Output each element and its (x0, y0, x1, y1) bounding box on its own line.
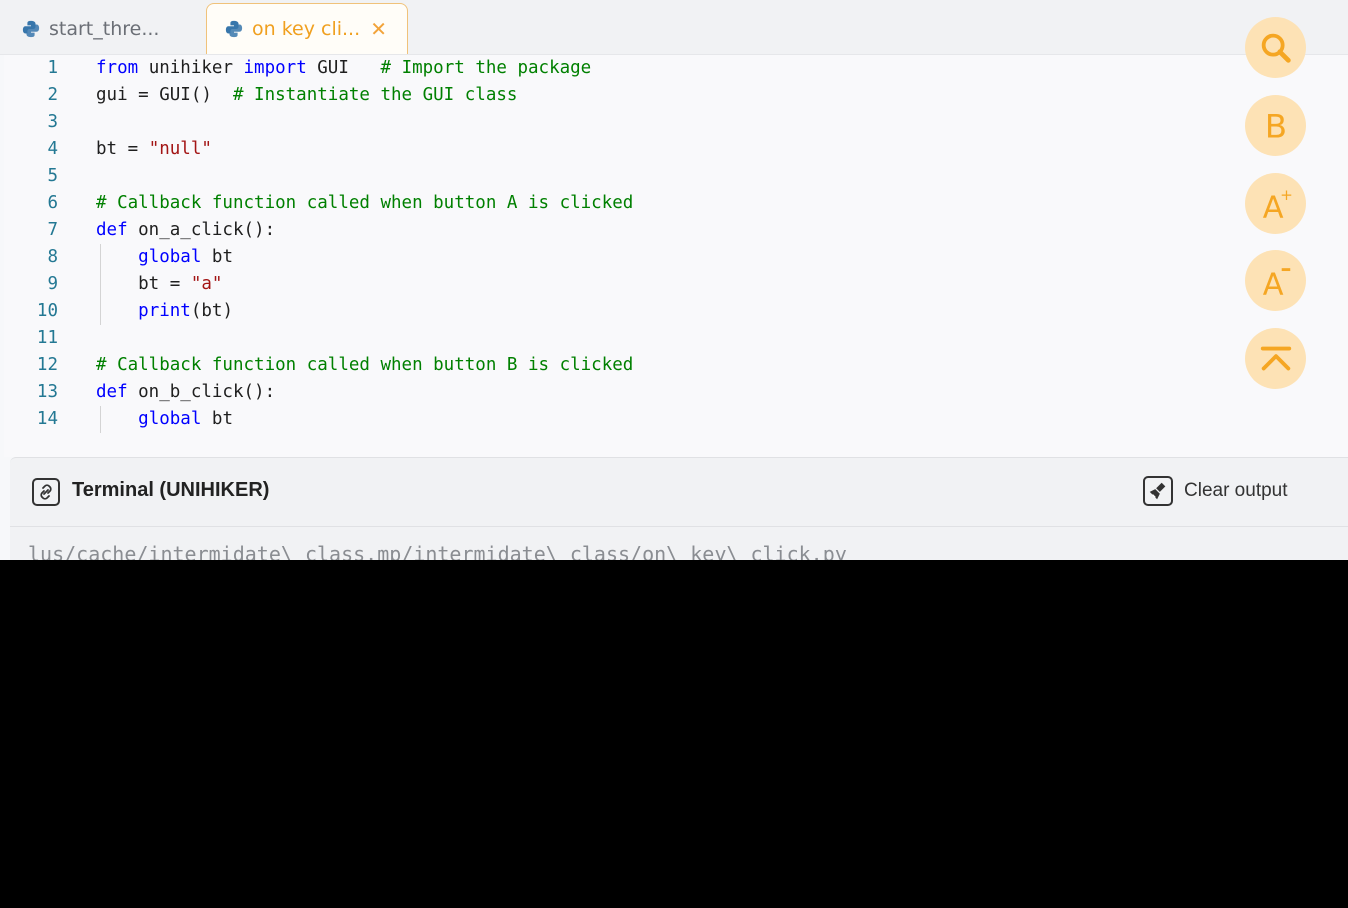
code-token: global (138, 409, 202, 429)
terminal-header: Terminal (UNIHIKER) Clear output (10, 458, 1348, 527)
line-number: 9 (47, 274, 58, 294)
code-text: global bt (96, 244, 233, 271)
terminal-title: Terminal (UNIHIKER) (72, 479, 270, 501)
code-text: from unihiker import GUI # Import the pa… (96, 55, 591, 82)
code-text: bt = "a" (96, 271, 222, 298)
clear-output-label: Clear output (1184, 480, 1288, 501)
code-token: "a" (190, 274, 223, 294)
font-increase-button[interactable]: A + (1245, 173, 1306, 234)
line-number: 8 (47, 247, 58, 267)
line-number: 3 (47, 112, 58, 132)
code-text: global bt (96, 406, 233, 433)
code-token: def (96, 220, 128, 240)
font-increase-icon: A + (1262, 186, 1293, 223)
terminal-panel: Terminal (UNIHIKER) Clear output lus/cac… (10, 457, 1348, 560)
line-number: 11 (36, 328, 58, 348)
code-line[interactable]: 13 def on_b_click(): (4, 379, 1204, 406)
clear-output-button[interactable]: Clear output (1143, 476, 1288, 506)
code-text: # Callback function called when button A… (96, 190, 633, 217)
scroll-top-button[interactable] (1245, 328, 1306, 389)
code-token: import (243, 58, 307, 78)
search-icon (1261, 33, 1291, 63)
code-token: def (96, 382, 128, 402)
code-line[interactable]: 10 print(bt) (4, 298, 1204, 325)
code-token: on_b_click(): (127, 382, 276, 402)
code-line[interactable]: 3 (4, 109, 1204, 136)
line-number: 10 (36, 301, 58, 321)
code-line[interactable]: 6 # Callback function called when button … (4, 190, 1204, 217)
line-number: 4 (47, 139, 58, 159)
line-number: 13 (36, 382, 58, 402)
terminal-output: lus/cache/intermidate\ class.mp/intermid… (28, 542, 847, 560)
tab-label: start_thre... (49, 17, 160, 40)
code-token: on_a_click(): (127, 220, 276, 240)
svg-text:B: B (1264, 107, 1286, 145)
line-number: 2 (47, 85, 58, 105)
close-icon[interactable]: ✕ (370, 17, 393, 41)
code-token: global (138, 247, 202, 267)
indent-guide (100, 244, 101, 325)
tab-label: on key cli... (252, 18, 361, 40)
code-token: print (138, 301, 191, 321)
line-number: 12 (36, 355, 58, 375)
code-line[interactable]: 9 bt = "a" (4, 271, 1204, 298)
code-line[interactable]: 1 from unihiker import GUI # Import the p… (4, 55, 1204, 82)
code-line[interactable]: 12 # Callback function called when button… (4, 352, 1204, 379)
code-token: # Instantiate the GUI class (232, 85, 518, 105)
bold-button[interactable]: B (1245, 95, 1306, 156)
code-text: # Callback function called when button B… (96, 352, 633, 379)
code-text: def on_a_click(): (96, 217, 275, 244)
code-token: # Import the package (380, 58, 592, 78)
link-icon (32, 478, 60, 506)
code-line[interactable]: 5 (4, 163, 1204, 190)
line-number: 14 (36, 409, 58, 429)
line-number: 6 (47, 193, 58, 213)
code-token: bt (201, 409, 233, 429)
font-decrease-button[interactable]: A (1245, 250, 1306, 311)
code-token: bt = (96, 139, 149, 159)
code-line[interactable]: 8 global bt (4, 244, 1204, 271)
b-icon: B (1264, 107, 1286, 145)
code-text: print(bt) (96, 298, 233, 325)
code-token: # Callback function called when button B… (96, 355, 634, 375)
code-line[interactable]: 4 bt = "null" (4, 136, 1204, 163)
code-text: gui = GUI() # Instantiate the GUI class (96, 82, 517, 109)
code-text: def on_b_click(): (96, 379, 275, 406)
python-file-icon (225, 20, 243, 38)
code-token: # Callback function called when button A… (96, 193, 634, 213)
indent-guide (100, 406, 101, 433)
broom-icon (1143, 476, 1173, 506)
tab-start-thread[interactable]: start_thre... (4, 3, 204, 54)
app-window: start_thre... on key cli... ✕ 1 from unih… (0, 0, 1348, 560)
code-token: bt = (96, 274, 191, 294)
code-text: bt = "null" (96, 136, 212, 163)
code-token: unihiker (138, 58, 244, 78)
code-token: GUI (306, 58, 381, 78)
code-token: (bt) (190, 301, 233, 321)
search-button[interactable] (1245, 17, 1306, 78)
line-number: 7 (47, 220, 58, 240)
scroll-top-icon (1260, 346, 1291, 370)
code-token: "null" (148, 139, 212, 159)
svg-text:+: + (1280, 186, 1293, 204)
code-line[interactable]: 14 global bt (4, 406, 1204, 433)
code-editor[interactable]: 1 from unihiker import GUI # Import the p… (4, 55, 1348, 457)
tab-on-key-click[interactable]: on key cli... ✕ (206, 3, 408, 54)
python-file-icon (22, 20, 40, 37)
code-token: gui = GUI() (96, 85, 233, 105)
code-token: from (96, 58, 139, 78)
code-token: bt (201, 247, 233, 267)
code-line[interactable]: 2 gui = GUI() # Instantiate the GUI class (4, 82, 1204, 109)
font-decrease-icon: A (1262, 267, 1290, 300)
line-number: 5 (47, 166, 58, 186)
line-number: 1 (47, 58, 58, 78)
svg-text:A: A (1262, 267, 1283, 300)
tab-bar: start_thre... on key cli... ✕ (0, 0, 1348, 55)
code-line[interactable]: 11 (4, 325, 1204, 352)
code-line[interactable]: 7 def on_a_click(): (4, 217, 1204, 244)
